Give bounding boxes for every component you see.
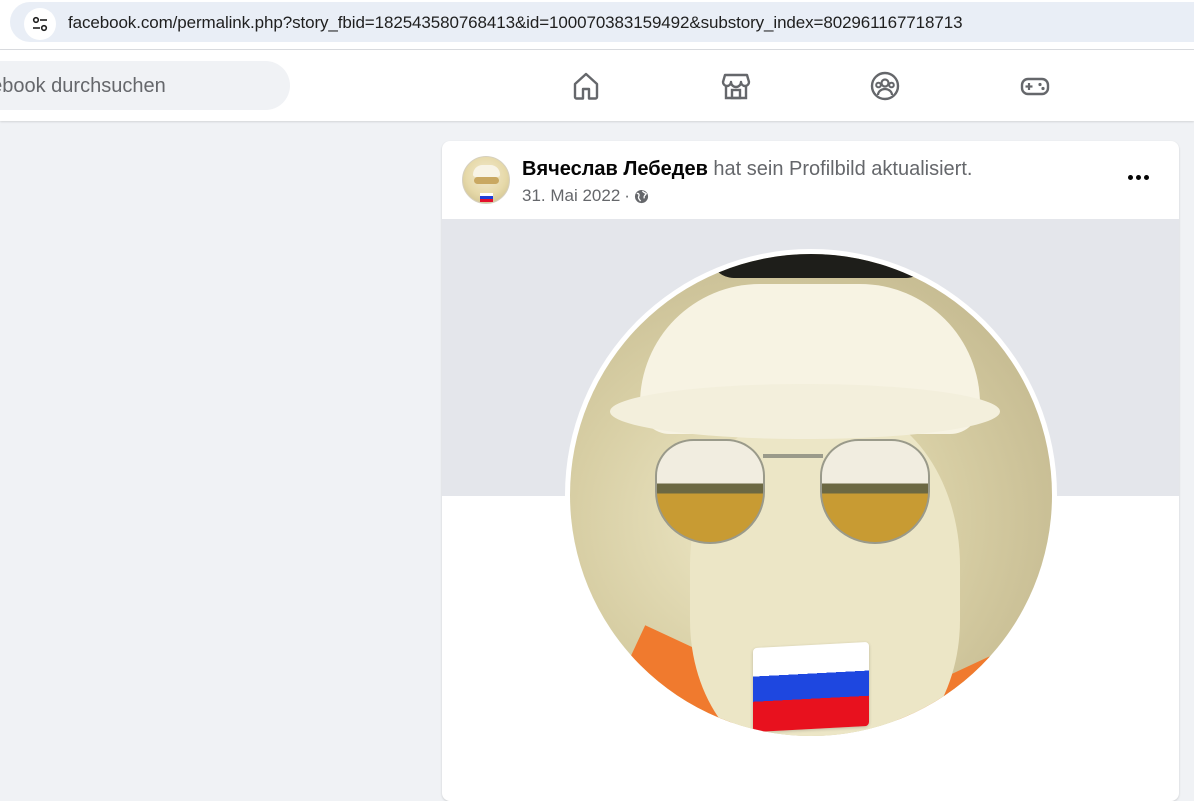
avatar-sunglasses (474, 177, 499, 184)
home-icon[interactable] (569, 69, 603, 103)
avatar-flag (480, 193, 493, 202)
marketplace-icon[interactable] (719, 69, 753, 103)
groups-icon[interactable] (868, 69, 902, 103)
url-text[interactable]: facebook.com/permalink.php?story_fbid=18… (68, 13, 963, 33)
dot-icon (1135, 174, 1141, 180)
post-title: Вячеслав Лебедев hat sein Profilbild akt… (522, 158, 972, 181)
post-meta: 31. Mai 2022 · (522, 186, 649, 206)
photo-lens-right (820, 439, 930, 544)
author-name[interactable]: Вячеслав Лебедев (522, 158, 708, 180)
photo-cap-brim (610, 384, 1000, 439)
meta-separator: · (624, 186, 630, 205)
photo-dark-edge (710, 254, 930, 278)
browser-address-bar: facebook.com/permalink.php?story_fbid=18… (0, 0, 1194, 50)
post-card: Вячеслав Лебедев hat sein Profilbild akt… (442, 141, 1179, 801)
search-input[interactable]: acebook durchsuchen (0, 61, 290, 110)
more-options-button[interactable] (1123, 167, 1153, 187)
profile-picture[interactable] (565, 249, 1057, 741)
site-settings-icon[interactable] (24, 8, 56, 40)
russian-flag-overlay (753, 641, 869, 733)
avatar[interactable] (462, 156, 510, 204)
dot-icon (1127, 174, 1133, 180)
omnibox[interactable]: facebook.com/permalink.php?story_fbid=18… (10, 2, 1194, 42)
gaming-icon[interactable] (1018, 69, 1052, 103)
photo-glasses-bridge (763, 454, 823, 458)
facebook-header: acebook durchsuchen (0, 50, 1194, 121)
photo-lens-left (655, 439, 765, 544)
post-date[interactable]: 31. Mai 2022 (522, 186, 620, 206)
avatar-cap (473, 165, 500, 177)
dot-icon (1143, 174, 1149, 180)
post-action-text: hat sein Profilbild aktualisiert. (707, 158, 973, 180)
globe-icon[interactable] (634, 189, 649, 204)
profile-photo (570, 254, 1052, 736)
search-placeholder: acebook durchsuchen (0, 75, 166, 97)
